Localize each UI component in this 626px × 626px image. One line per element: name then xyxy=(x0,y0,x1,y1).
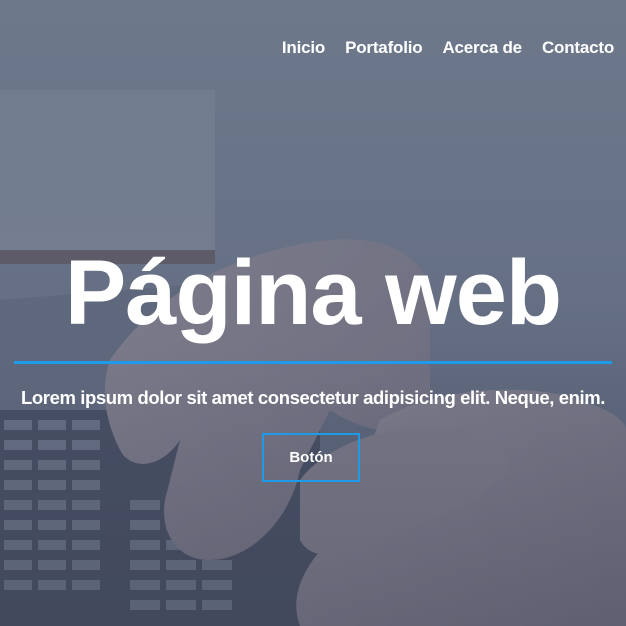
hero-title: Página web xyxy=(64,242,562,344)
hero-subtitle: Lorem ipsum dolor sit amet consectetur a… xyxy=(20,387,606,408)
nav-item-acerca-de[interactable]: Acerca de xyxy=(442,38,522,58)
nav-item-contacto[interactable]: Contacto xyxy=(542,38,614,58)
nav-item-portafolio[interactable]: Portafolio xyxy=(345,38,423,58)
hero-button[interactable]: Botón xyxy=(262,433,360,482)
nav-item-inicio[interactable]: Inicio xyxy=(282,38,325,58)
hero-divider xyxy=(14,361,612,364)
top-navigation: Inicio Portafolio Acerca de Contacto xyxy=(282,38,614,58)
